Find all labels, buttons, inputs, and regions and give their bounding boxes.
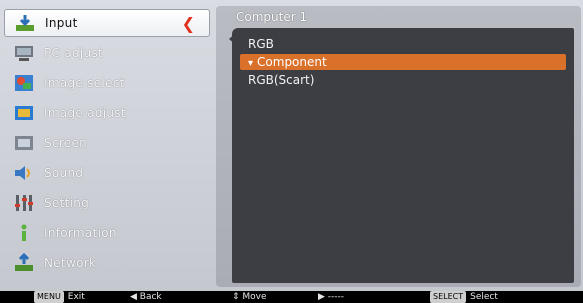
image-adjust-icon: [12, 102, 36, 124]
next-label: -----: [327, 292, 345, 302]
menu-item-label: Setting: [44, 196, 90, 210]
network-icon: [12, 252, 36, 274]
menu-item-label: Image select: [44, 76, 125, 90]
menu-item-label: Screen: [44, 136, 88, 150]
input-icon: [13, 12, 37, 34]
information-icon: [12, 222, 36, 244]
input-submenu: Computer 1 RGB ▾ Component RGB(Scart): [216, 6, 581, 287]
key-guide-bar: MENU Exit ◀ Back ⇕ Move ▶ ----- SELECT Sel…: [0, 291, 583, 303]
projector-osd: Input ❮ PC adjust Image select Image adj…: [0, 0, 583, 291]
image-select-icon: [12, 72, 36, 94]
back-arrow-icon: [229, 32, 237, 46]
menu-item-image-adjust[interactable]: Image adjust: [4, 99, 210, 127]
select-hint: SELECT Select: [430, 291, 498, 303]
select-label: Select: [470, 292, 498, 302]
menu-item-input[interactable]: Input ❮: [4, 9, 210, 37]
option-label: RGB(Scart): [248, 73, 315, 87]
menu-item-sound[interactable]: Sound: [4, 159, 210, 187]
menu-item-setting[interactable]: Setting: [4, 189, 210, 217]
pc-adjust-icon: [12, 42, 36, 64]
select-key-icon: SELECT: [430, 291, 467, 303]
up-down-arrow-icon: ⇕: [232, 292, 243, 302]
menu-item-label: Image adjust: [44, 106, 126, 120]
left-arrow-icon: ◀: [130, 292, 140, 302]
checkmark-icon: ▾: [248, 58, 254, 69]
main-menu: Input ❮ PC adjust Image select Image adj…: [4, 6, 210, 287]
screen-icon: [12, 132, 36, 154]
input-option-list: RGB ▾ Component RGB(Scart): [232, 28, 574, 283]
menu-item-label: Information: [44, 226, 117, 240]
exit-label: Exit: [67, 292, 85, 302]
submenu-title: Computer 1: [236, 10, 308, 24]
menu-item-label: Sound: [44, 166, 84, 180]
move-label: Move: [242, 292, 267, 302]
option-component[interactable]: ▾ Component: [240, 54, 566, 70]
sound-icon: [12, 162, 36, 184]
menu-item-image-select[interactable]: Image select: [4, 69, 210, 97]
exit-hint: MENU Exit: [34, 291, 85, 303]
option-label: Component: [257, 55, 327, 69]
menu-item-label: Network: [44, 256, 97, 270]
menu-item-screen[interactable]: Screen: [4, 129, 210, 157]
menu-item-pc-adjust[interactable]: PC adjust: [4, 39, 210, 67]
option-label: RGB: [248, 37, 274, 51]
setting-icon: [12, 192, 36, 214]
move-hint: ⇕ Move: [232, 291, 267, 303]
option-rgb[interactable]: RGB: [240, 36, 566, 52]
next-hint: ▶ -----: [318, 291, 344, 303]
selection-arrow-icon: ❮: [181, 14, 195, 33]
right-arrow-icon: ▶: [318, 292, 328, 302]
back-hint: ◀ Back: [130, 291, 162, 303]
menu-item-label: PC adjust: [44, 46, 103, 60]
menu-item-information[interactable]: Information: [4, 219, 210, 247]
back-label: Back: [139, 292, 162, 302]
menu-key-icon: MENU: [34, 291, 64, 303]
option-rgb-scart[interactable]: RGB(Scart): [240, 72, 566, 88]
menu-item-network[interactable]: Network: [4, 249, 210, 277]
menu-item-label: Input: [45, 16, 78, 30]
